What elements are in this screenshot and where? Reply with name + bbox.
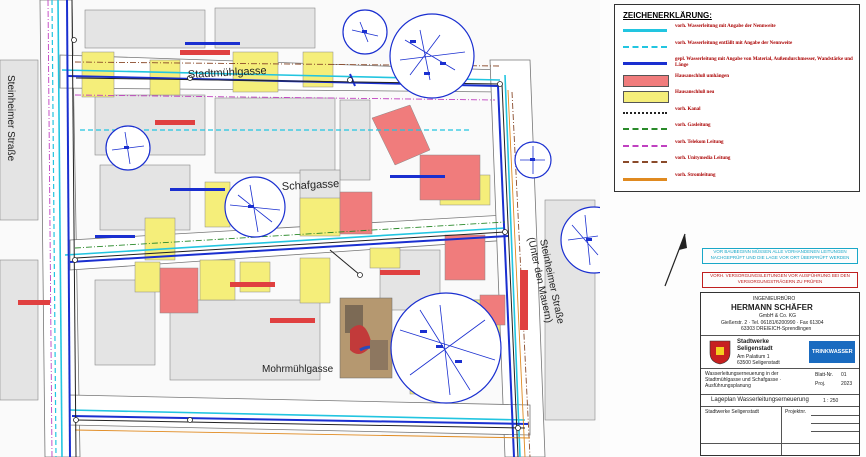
office-name: HERMANN SCHÄFER [731,303,813,312]
legend-symbol [623,111,667,114]
legend-symbol [623,45,667,48]
scale: 1 : 250 [823,398,839,404]
title-block: INGENIEURBÜRO HERMANN SCHÄFER GmbH & Co.… [700,292,860,456]
legend-item: vorh. Telekom Leitung [621,139,857,155]
legend-item: vorh. Unitymedia Leitung [621,155,857,171]
legend-label: Hausanschluß neu [675,90,715,95]
legend-item: gepl. Wasserleitung mit Angabe von Mater… [621,56,857,72]
label-steinheimer-left: Steinheimer Straße [5,75,16,162]
site-plan-map: Stadtmühlgasse Schafgasse Mohrmühlgasse … [0,0,600,457]
year: 2023 [841,381,853,387]
detail-circle-4 [224,176,286,238]
legend-symbol [623,161,667,163]
client-line1: Stadtwerke [737,339,770,345]
trinkwasser-logo-text: TRINKWASSER [812,349,853,355]
office-sub: GmbH & Co. KG [759,313,796,319]
legend-item: vorh. Wasserleitung mit Angabe der Nennw… [621,23,857,39]
year-label: Proj. [815,381,826,387]
legend-label: vorh. Wasserleitung mit Angabe der Nennw… [675,24,776,29]
legend-label: vorh. Stromleitung [675,172,716,178]
legend-label: vorh. Wasserleitung entfällt mit Angabe … [675,40,793,46]
legend-symbol [623,62,667,65]
legend-item: Hausanschluß umhängen [621,73,857,89]
office-label: INGENIEURBÜRO [753,296,796,302]
field-client: Stadtwerke Seligenstadt [705,409,759,415]
trinkwasser-logo: TRINKWASSER [809,341,855,363]
legend-symbol [623,177,667,181]
legend-label: Hausanschluß umhängen [675,73,730,79]
field-project: Projektnr. [785,409,807,415]
legend-symbol [623,29,667,32]
legend-item: vorh. Wasserleitung entfällt mit Angabe … [621,40,857,56]
legend-label: gepl. Wasserleitung mit Angabe von Mater… [675,57,853,68]
cyan-note: VOR BAUBEGINN MÜSSEN ALLE VORHANDENEN LE… [702,248,858,264]
label-mohrmuehlgasse: Mohrmühlgasse [262,364,334,375]
legend-item: Hausanschluß neu [621,89,857,105]
site-photo [339,297,393,379]
sheet-label: Blatt-Nr. [815,372,834,378]
legend-label: vorh. Gasleitung [675,123,711,128]
legend-label: vorh. Telekom Leitung [675,139,724,145]
legend-title: ZEICHENERKLÄRUNG: [623,11,712,20]
legend-symbol [623,144,667,147]
project-description: Wasserleitungserneuerung in der Stadtmüh… [705,371,782,389]
legend-item: vorh. Kanal [621,106,857,122]
detail-circle-7 [390,292,502,404]
legend-label: vorh. Unitymedia Leitung [675,156,731,161]
legend-symbol [623,91,669,103]
legend-symbol [623,128,667,130]
legend: ZEICHENERKLÄRUNG: vorh. Wasserleitung mi… [614,4,860,192]
red-note: VORH. VERSORGUNGSLEITUNGEN VOR AUSFÜHRUN… [702,272,858,288]
office-city: 63303 DREIEICH-Sprendlingen [741,326,812,332]
legend-item: vorh. Stromleitung [621,172,857,188]
map-sheet: { "streets": { "stadtmuehlgasse": "Stadt… [0,0,866,457]
client-city: 63500 Seligenstadt [737,360,780,366]
legend-symbol [623,74,669,87]
town-crest-icon [709,340,731,365]
north-arrow-icon [664,233,687,287]
legend-item: vorh. Gasleitung [621,122,857,138]
plan-title: Lageplan Wasserleitungserneuerung [711,397,809,403]
sheet-no: 01 [841,372,847,378]
legend-label: vorh. Kanal [675,106,701,112]
client-line2: Seligenstadt [737,346,773,352]
